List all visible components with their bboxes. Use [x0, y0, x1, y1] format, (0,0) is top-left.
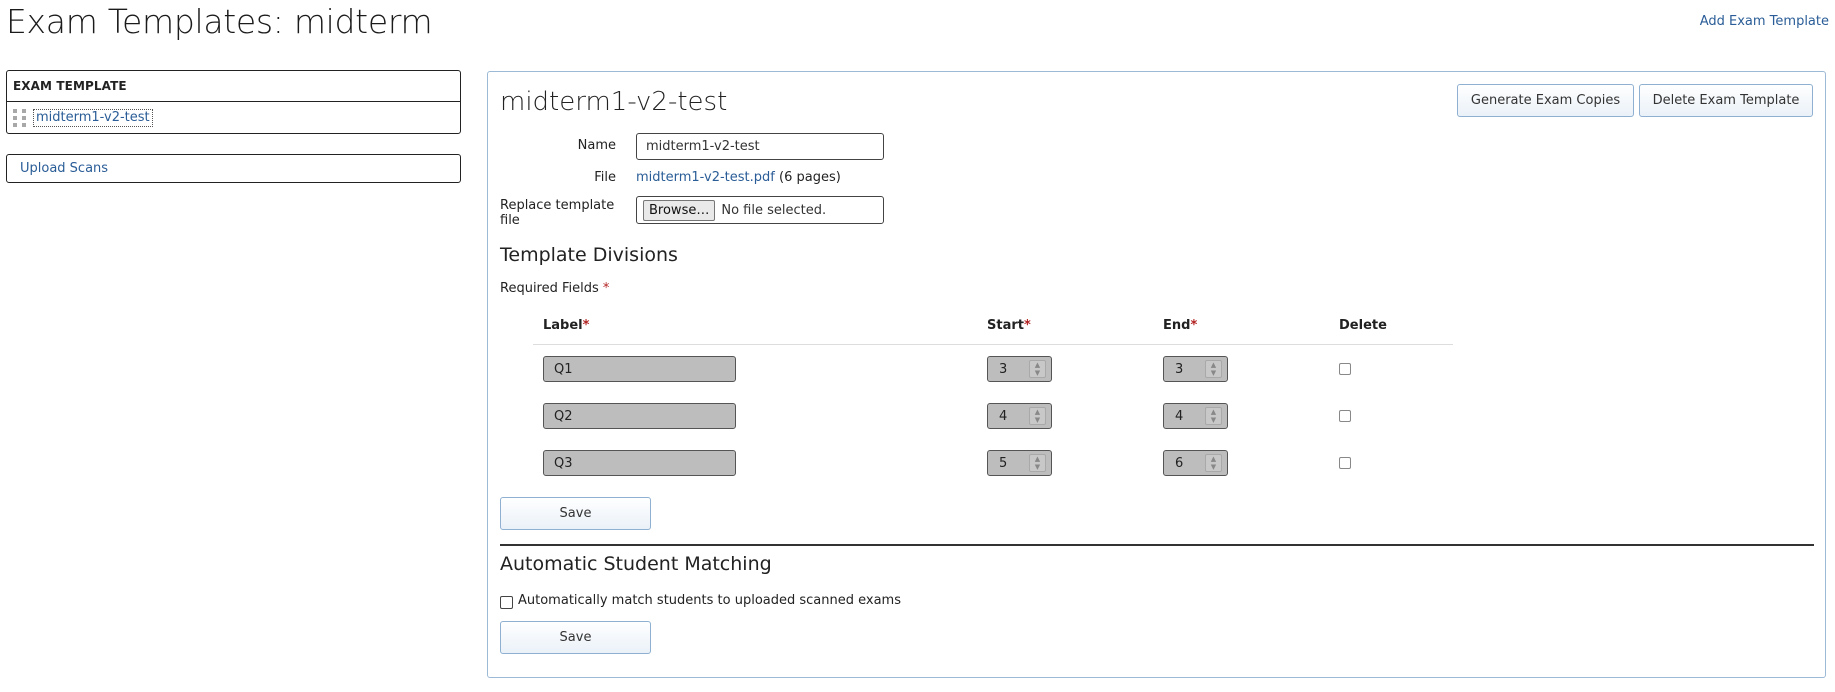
- file-page-count: (6 pages): [779, 170, 841, 185]
- division-end-input[interactable]: 6 ▲ ▼: [1163, 450, 1228, 476]
- spinner-icon[interactable]: ▲ ▼: [1029, 360, 1046, 378]
- column-header-delete: Delete: [1339, 318, 1387, 333]
- section-divider: [500, 544, 1814, 546]
- add-exam-template-link[interactable]: Add Exam Template: [1700, 14, 1829, 29]
- division-row: 3 ▲▼ 3 ▲▼: [488, 356, 1488, 384]
- browse-button[interactable]: Browse…: [643, 199, 716, 221]
- division-start-input[interactable]: 4 ▲ ▼: [987, 403, 1052, 429]
- name-label: Name: [577, 138, 616, 153]
- template-file-link[interactable]: midterm1-v2-test.pdf: [636, 170, 775, 185]
- division-row: 4 ▲▼ 4 ▲▼: [488, 403, 1488, 431]
- template-name-input[interactable]: [636, 133, 884, 160]
- delete-division-checkbox[interactable]: [1339, 363, 1351, 375]
- division-start-input[interactable]: 5 ▲ ▼: [987, 450, 1052, 476]
- spinner-icon[interactable]: ▲ ▼: [1029, 407, 1046, 425]
- delete-division-checkbox[interactable]: [1339, 457, 1351, 469]
- exam-template-row[interactable]: midterm1-v2-test: [7, 102, 460, 133]
- drag-handle-icon[interactable]: [13, 108, 27, 127]
- division-label-input[interactable]: [543, 356, 736, 382]
- division-label-input[interactable]: [543, 450, 736, 476]
- auto-match-label[interactable]: Automatically match students to uploaded…: [518, 593, 901, 608]
- exam-template-table-header: EXAM TEMPLATE: [7, 71, 460, 102]
- file-label: File: [594, 170, 616, 185]
- file-info: midterm1-v2-test.pdf (6 pages): [636, 170, 841, 185]
- division-start-input[interactable]: 3 ▲ ▼: [987, 356, 1052, 382]
- page-title: Exam Templates: midterm: [6, 2, 433, 41]
- save-divisions-button[interactable]: Save: [500, 497, 651, 530]
- table-header-divider: [533, 344, 1453, 345]
- division-label-input[interactable]: [543, 403, 736, 429]
- delete-division-checkbox[interactable]: [1339, 410, 1351, 422]
- spinner-icon[interactable]: ▲ ▼: [1205, 360, 1222, 378]
- required-marker: *: [602, 281, 610, 296]
- column-header-end: End*: [1163, 318, 1198, 333]
- spinner-icon[interactable]: ▲ ▼: [1205, 407, 1222, 425]
- replace-file-input[interactable]: Browse… No file selected.: [636, 196, 884, 224]
- generate-exam-copies-button[interactable]: Generate Exam Copies: [1457, 84, 1634, 117]
- required-fields-note: Required Fields *: [500, 281, 610, 296]
- upload-scans-link[interactable]: Upload Scans: [20, 161, 108, 176]
- division-end-input[interactable]: 4 ▲ ▼: [1163, 403, 1228, 429]
- column-header-start: Start*: [987, 318, 1031, 333]
- column-header-label: Label*: [543, 318, 590, 333]
- delete-exam-template-button[interactable]: Delete Exam Template: [1639, 84, 1813, 117]
- division-end-input[interactable]: 3 ▲ ▼: [1163, 356, 1228, 382]
- template-title: midterm1-v2-test: [500, 87, 728, 117]
- spinner-icon[interactable]: ▲ ▼: [1205, 454, 1222, 472]
- exam-template-link[interactable]: midterm1-v2-test: [33, 108, 153, 127]
- spinner-icon[interactable]: ▲ ▼: [1029, 454, 1046, 472]
- auto-match-checkbox[interactable]: [500, 596, 513, 609]
- template-divisions-heading: Template Divisions: [500, 244, 678, 266]
- replace-template-file-label: Replace template file: [500, 198, 615, 228]
- division-row: 5 ▲▼ 6 ▲▼: [488, 450, 1488, 478]
- no-file-selected-text: No file selected.: [721, 202, 827, 218]
- automatic-student-matching-heading: Automatic Student Matching: [500, 553, 772, 575]
- exam-template-table: EXAM TEMPLATE midterm1-v2-test: [6, 70, 461, 134]
- exam-template-detail-panel: midterm1-v2-test Generate Exam Copies De…: [487, 71, 1826, 678]
- upload-scans-box[interactable]: Upload Scans: [6, 154, 461, 183]
- save-matching-button[interactable]: Save: [500, 621, 651, 654]
